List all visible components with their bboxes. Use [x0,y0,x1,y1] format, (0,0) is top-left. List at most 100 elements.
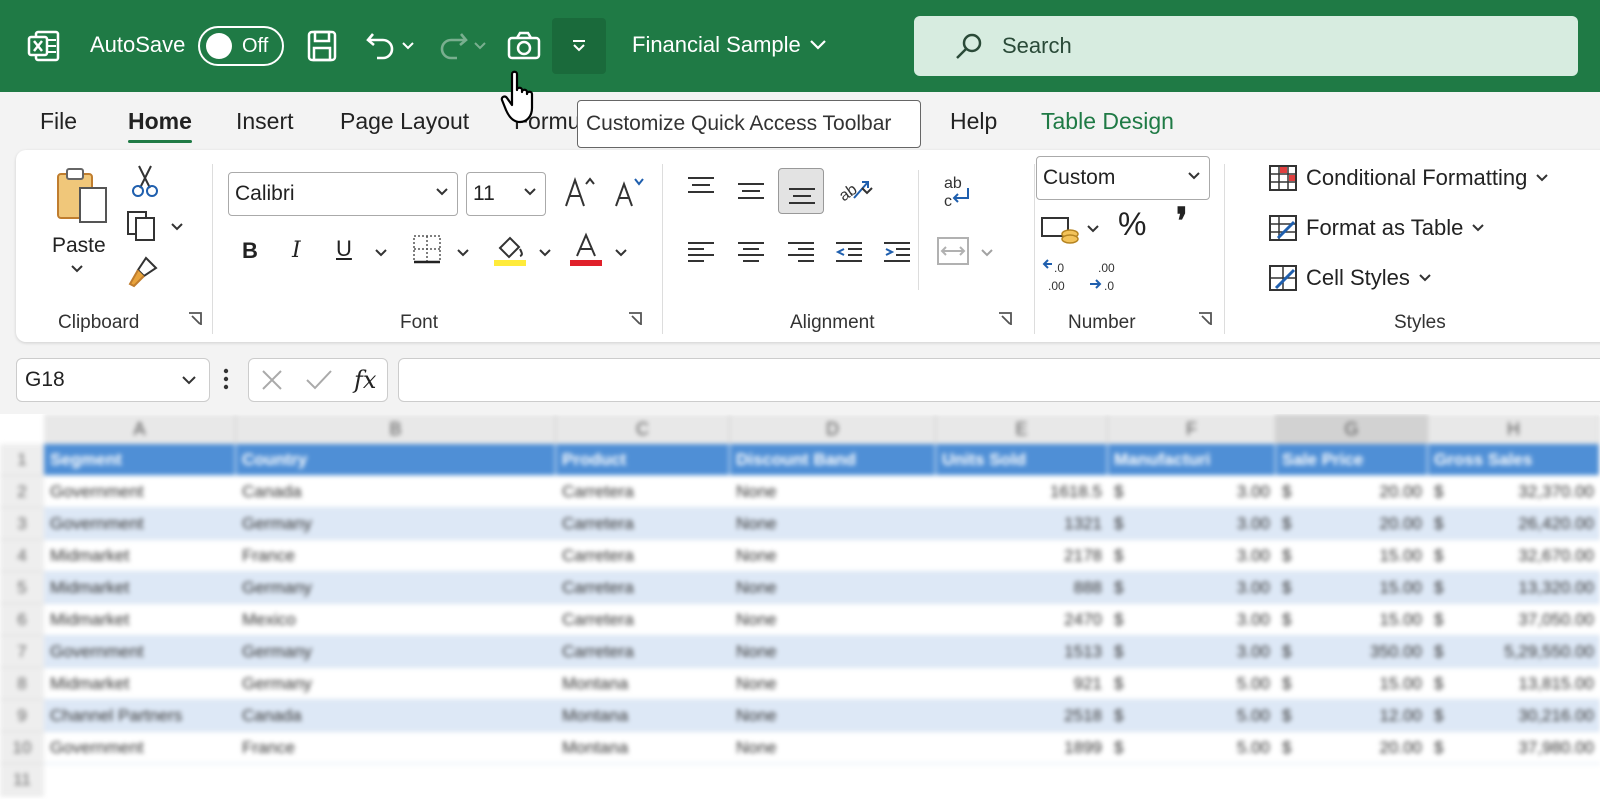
table-cell[interactable]: Carretera [556,604,730,636]
row-header[interactable]: 9 [0,700,44,732]
table-cell-currency[interactable]: $ [1108,636,1136,668]
table-cell[interactable]: Montana [556,700,730,732]
table-cell-currency[interactable]: $ [1428,476,1456,508]
dialog-launcher-icon[interactable] [998,312,1012,326]
worksheet-grid[interactable]: A B C D E F G H 1 2 3 4 5 6 7 8 9 10 11 Segment Country Produ… [0,414,1600,799]
align-right-icon[interactable] [786,240,816,264]
table-cell-currency[interactable]: $ [1276,572,1304,604]
chevron-down-icon[interactable] [538,248,552,258]
column-header[interactable]: H [1428,414,1600,444]
row-header[interactable]: 6 [0,604,44,636]
italic-button[interactable]: I [292,238,301,263]
row-header[interactable]: 4 [0,540,44,572]
table-header-cell[interactable]: Gross Sales [1428,444,1600,476]
table-cell[interactable]: 13,815.00 [1456,668,1600,700]
table-cell-currency[interactable]: $ [1276,540,1304,572]
borders-icon[interactable] [412,234,442,264]
conditional-formatting-button[interactable]: Conditional Formatting [1268,164,1549,192]
underline-button[interactable]: U [336,236,352,262]
table-cell[interactable]: None [730,668,936,700]
table-cell-currency[interactable]: $ [1428,636,1456,668]
table-cell[interactable]: 15.00 [1304,540,1428,572]
table-cell-currency[interactable]: $ [1108,508,1136,540]
table-cell[interactable]: 5.00 [1136,732,1276,764]
table-cell[interactable]: Montana [556,732,730,764]
table-cell-currency[interactable]: $ [1276,476,1304,508]
table-cell[interactable]: Germany [236,508,556,540]
table-cell[interactable]: 3.00 [1136,572,1276,604]
increase-font-size-icon[interactable] [562,174,596,210]
table-cell[interactable]: 15.00 [1304,604,1428,636]
table-cell-currency[interactable]: $ [1108,668,1136,700]
row-header[interactable]: 2 [0,476,44,508]
table-cell[interactable]: Carretera [556,540,730,572]
enter-icon[interactable] [305,368,333,392]
table-cell[interactable]: 3.00 [1136,508,1276,540]
table-cell-currency[interactable]: $ [1276,732,1304,764]
table-cell[interactable]: None [730,604,936,636]
row-header[interactable]: 11 [0,764,44,796]
row-header[interactable]: 5 [0,572,44,604]
format-painter-icon[interactable] [126,256,160,288]
table-cell[interactable]: 15.00 [1304,668,1428,700]
font-size-dropdown[interactable]: 11 [466,172,546,216]
chevron-down-icon[interactable] [860,186,874,196]
chevron-down-icon[interactable] [1086,224,1100,234]
accounting-format-icon[interactable] [1040,212,1080,246]
undo-button[interactable] [360,26,420,66]
table-cell[interactable]: None [730,508,936,540]
table-cell-currency[interactable]: $ [1276,668,1304,700]
table-cell[interactable]: Carretera [556,476,730,508]
font-name-dropdown[interactable]: Calibri [228,172,458,216]
table-cell[interactable]: 1513 [936,636,1108,668]
table-cell-currency[interactable]: $ [1276,636,1304,668]
search-box[interactable]: Search [914,16,1578,76]
row-header[interactable]: 7 [0,636,44,668]
table-cell-currency[interactable]: $ [1108,572,1136,604]
table-cell-currency[interactable]: $ [1108,476,1136,508]
tab-insert[interactable]: Insert [236,108,294,135]
table-cell-currency[interactable]: $ [1276,604,1304,636]
table-cell[interactable]: Channel Partners [44,700,236,732]
table-cell[interactable]: 2470 [936,604,1108,636]
table-cell[interactable]: 26,420.00 [1456,508,1600,540]
table-cell[interactable]: 15.00 [1304,572,1428,604]
tab-file[interactable]: File [40,108,77,135]
tab-page-layout[interactable]: Page Layout [340,108,469,135]
table-cell[interactable]: 37,050.00 [1456,604,1600,636]
table-cell-currency[interactable]: $ [1108,540,1136,572]
cancel-icon[interactable] [260,368,284,392]
table-cell[interactable]: 5.00 [1136,668,1276,700]
tab-table-design[interactable]: Table Design [1041,108,1174,135]
column-header[interactable]: F [1108,414,1276,444]
table-header-cell[interactable]: Discount Band [730,444,936,476]
cell-styles-button[interactable]: Cell Styles [1268,264,1432,292]
table-cell[interactable]: 1899 [936,732,1108,764]
table-cell[interactable]: Montana [556,668,730,700]
table-cell-currency[interactable]: $ [1428,700,1456,732]
percent-style-button[interactable]: % [1118,206,1146,243]
camera-icon[interactable] [504,26,544,66]
increase-decimal-icon[interactable]: .0.00 [1040,258,1076,294]
table-cell[interactable]: Germany [236,668,556,700]
merge-center-icon[interactable] [936,236,970,266]
table-header-cell[interactable]: Country [236,444,556,476]
cut-icon[interactable] [130,164,160,198]
table-header-cell[interactable]: Sale Price [1276,444,1428,476]
column-header[interactable]: C [556,414,730,444]
decrease-font-size-icon[interactable] [612,174,646,210]
table-cell[interactable]: 3.00 [1136,476,1276,508]
column-header[interactable]: B [236,414,556,444]
bold-button[interactable]: B [242,238,258,264]
chevron-down-icon[interactable] [374,248,388,258]
customize-quick-access-button[interactable] [552,18,606,74]
chevron-down-icon[interactable] [170,222,184,232]
table-cell-currency[interactable]: $ [1428,668,1456,700]
column-header[interactable]: G [1276,414,1428,444]
table-cell[interactable]: 1321 [936,508,1108,540]
table-cell[interactable]: Government [44,732,236,764]
align-top-icon[interactable] [686,174,716,198]
column-header[interactable]: A [44,414,236,444]
table-cell[interactable]: 12.00 [1304,700,1428,732]
row-header[interactable]: 10 [0,732,44,764]
